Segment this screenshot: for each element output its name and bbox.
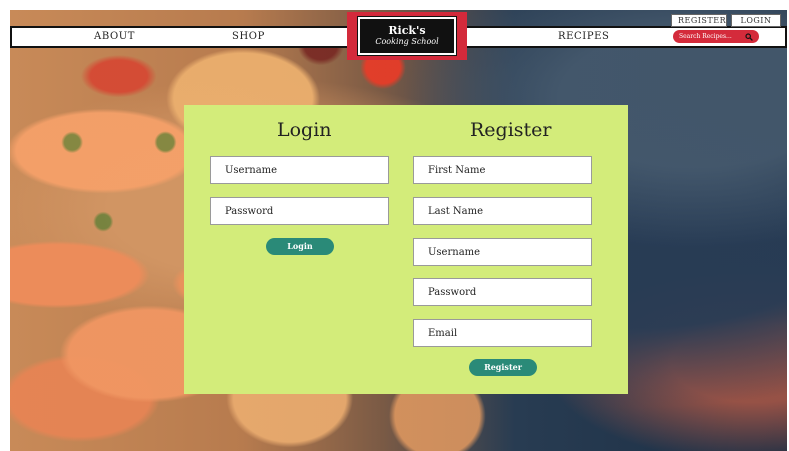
nav-shop[interactable]: SHOP — [232, 31, 265, 42]
login-username-field[interactable]: Username — [210, 156, 389, 184]
search-icon[interactable] — [745, 32, 753, 41]
login-link[interactable]: LOGIN — [731, 14, 781, 27]
search-input[interactable] — [679, 33, 737, 40]
register-username-field[interactable]: Username — [413, 238, 592, 266]
register-password-field[interactable]: Password — [413, 278, 592, 306]
nav-recipes[interactable]: RECIPES — [558, 31, 610, 42]
login-heading: Login — [277, 119, 332, 141]
register-last-name-field[interactable]: Last Name — [413, 197, 592, 225]
site-logo[interactable]: Rick's Cooking School — [347, 12, 467, 60]
logo-subtitle: Cooking School — [375, 37, 439, 46]
register-first-name-field[interactable]: First Name — [413, 156, 592, 184]
auth-panel: Login Register Username Password Login F… — [184, 105, 628, 394]
register-email-field[interactable]: Email — [413, 319, 592, 347]
logo-title: Rick's — [388, 24, 426, 37]
register-link[interactable]: REGISTER — [671, 14, 727, 27]
register-heading: Register — [470, 119, 552, 141]
nav-about[interactable]: ABOUT — [94, 31, 135, 42]
login-button[interactable]: Login — [266, 238, 334, 255]
login-password-field[interactable]: Password — [210, 197, 389, 225]
register-button[interactable]: Register — [469, 359, 537, 376]
account-links: REGISTER LOGIN — [671, 14, 781, 27]
logo-badge: Rick's Cooking School — [357, 16, 457, 56]
search-bar — [673, 30, 759, 43]
